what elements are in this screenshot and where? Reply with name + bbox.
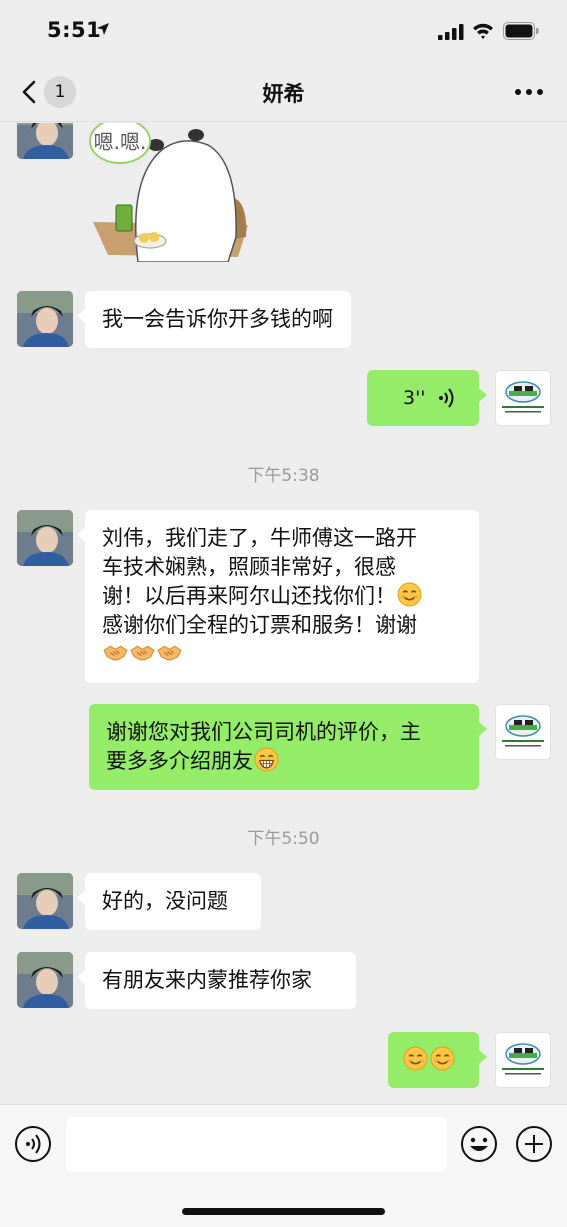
handshake-emoji-icon [103,645,128,661]
contact-photo-icon [17,123,73,159]
message-text: 我一会告诉你开多钱的啊 [102,307,333,331]
message-timestamp: 下午5:38 [247,466,320,486]
message-input[interactable] [66,1117,447,1172]
handshake-emoji-icon [157,645,182,661]
status-bar: 5:51 [0,0,567,62]
voice-duration: 3'' [403,387,426,409]
my-avatar[interactable] [495,1032,551,1088]
my-avatar[interactable] [495,370,551,426]
message-text: 好的，没问题 [102,889,228,913]
contact-photo-icon [17,952,73,1008]
sent-message-bubble[interactable]: 谢谢您对我们公司司机的评价，主 要多多介绍朋友 [89,704,487,790]
battery-icon [503,22,539,40]
location-arrow-icon [97,23,109,35]
message-text-line: 谢谢您对我们公司司机的评价，主 [106,720,421,744]
chat-title: 妍希 [262,82,305,106]
contact-avatar[interactable] [17,291,73,347]
status-time: 5:51 [47,18,102,42]
handshake-emoji-icon [130,645,155,661]
message-text-line: 要多多介绍朋友 [106,747,462,776]
smile-emoji-icon [403,1046,428,1071]
plus-menu-icon[interactable] [515,1125,553,1163]
message-list[interactable]: 嗯.嗯. 我一会告诉你开多钱的啊 3'' 下午5:38 刘伟，我们走了，牛师傅这… [0,123,567,1103]
sent-message-bubble[interactable] [388,1032,487,1088]
company-logo-icon [502,715,544,747]
company-logo-icon [502,381,544,413]
contact-avatar[interactable] [17,510,73,566]
company-logo-icon [502,1043,544,1075]
voice-input-icon[interactable] [14,1125,52,1163]
message-text-line: 刘伟，我们走了，牛师傅这一路开 [102,526,417,550]
sticker-text: 嗯.嗯. [94,130,147,154]
home-indicator[interactable] [182,1208,385,1215]
voice-message-bubble[interactable]: 3'' [367,370,487,426]
my-avatar[interactable] [495,704,551,760]
message-emoji-line [102,640,462,669]
smile-emoji-icon [397,582,422,607]
received-message-bubble[interactable]: 刘伟，我们走了，牛师傅这一路开 车技术娴熟，照顾非常好，很感 谢！以后再来阿尔山… [77,510,479,683]
message-text-line: 感谢你们全程的订票和服务！谢谢 [102,613,417,637]
contact-avatar[interactable] [17,873,73,929]
received-message-bubble[interactable]: 我一会告诉你开多钱的啊 [77,291,351,348]
contact-avatar[interactable] [17,123,73,159]
message-text-line: 谢！以后再来阿尔山还找你们！ [102,582,462,611]
voice-wave-icon [439,388,454,408]
more-options-icon[interactable] [514,88,544,96]
message-text-line: 车技术娴熟，照顾非常好，很感 [102,555,396,579]
message-timestamp: 下午5:50 [247,829,320,849]
bear-sticker-icon[interactable]: 嗯.嗯. [88,123,253,262]
wifi-icon [473,23,493,39]
chat-header: 1 妍希 [0,62,567,122]
contact-avatar[interactable] [17,952,73,1008]
emoji-picker-icon[interactable] [460,1125,498,1163]
cellular-signal-icon [438,24,464,40]
input-bar [0,1104,567,1227]
message-text: 有朋友来内蒙推荐你家 [102,968,312,992]
contact-photo-icon [17,510,73,566]
received-message-bubble[interactable]: 好的，没问题 [77,873,261,930]
grin-emoji-icon [254,747,279,772]
contact-photo-icon [17,291,73,347]
received-message-bubble[interactable]: 有朋友来内蒙推荐你家 [77,952,356,1009]
smile-emoji-icon [430,1046,455,1071]
contact-photo-icon [17,873,73,929]
